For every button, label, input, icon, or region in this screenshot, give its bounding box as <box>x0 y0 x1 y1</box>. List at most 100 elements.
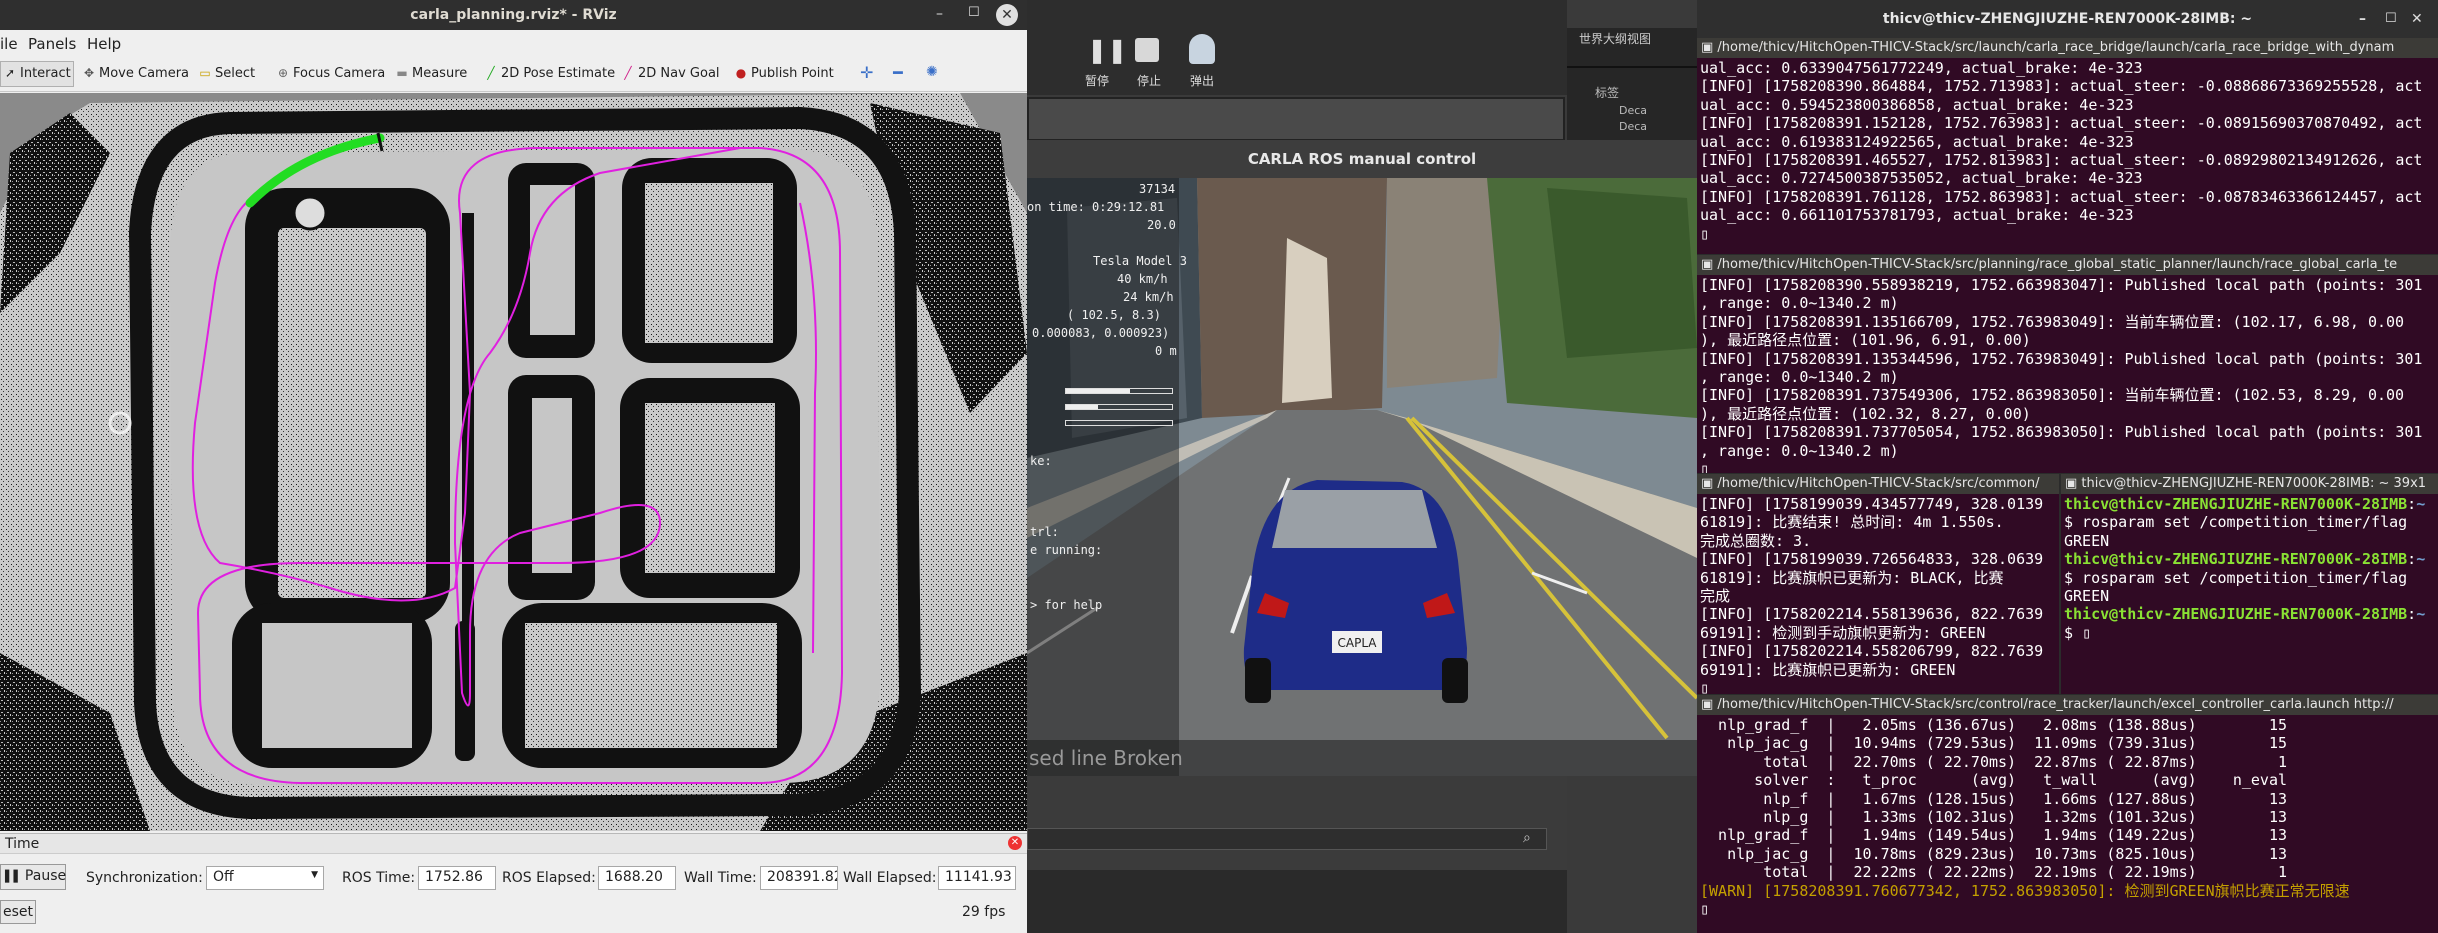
hud-line: ke: <box>1030 454 1052 468</box>
term-close-icon[interactable]: ✕ <box>2411 0 2423 38</box>
menu-file[interactable]: ile <box>0 35 18 53</box>
wall-elapsed-label: Wall Elapsed: <box>843 870 937 886</box>
pin-icon: ● <box>735 66 747 80</box>
pane-title: ▣ thicv@thicv-ZHENGJIUZHE-REN7000K-28IMB… <box>2061 474 2438 494</box>
pane-title: ▣ /home/thicv/HitchOpen-THICV-Stack/src/… <box>1697 255 2438 275</box>
tool-measure[interactable]: ▬ Measure <box>395 66 467 81</box>
tool-2d-nav-goal[interactable]: ╱ 2D Nav Goal <box>621 66 719 81</box>
hud-line: > for help <box>1030 598 1103 612</box>
tool-publish-point[interactable]: ● Publish Point <box>734 66 834 81</box>
lane-invasion-text: sed line Broken <box>1029 746 1183 770</box>
tool-properties-icon[interactable]: ✺ <box>926 64 938 80</box>
rviz-window-title: carla_planning.rviz* - RViz <box>410 7 617 23</box>
term-minimize-icon[interactable]: – <box>2359 0 2366 38</box>
sync-label: Synchronization: <box>86 870 203 886</box>
eject-vm-label[interactable]: 弹出 <box>1190 72 1214 89</box>
pane-output: nlp_grad_f | 2.05ms (136.67us) 2.08ms (1… <box>1700 716 2350 919</box>
wall-time-field[interactable]: 208391.82 <box>760 866 838 890</box>
hud-line: 40 km/h <box>1117 272 1168 286</box>
wall-elapsed-field[interactable]: 11141.93 <box>938 866 1016 890</box>
stop-vm-icon[interactable] <box>1135 38 1159 62</box>
hud-line: trl: <box>1030 525 1059 539</box>
ruler-icon: ▬ <box>396 66 408 80</box>
tag-label: 标签 <box>1595 86 1620 100</box>
time-panel: Time ✕ ▌▌ Pause Synchronization: Off ▼ ROS… <box>0 833 1027 933</box>
term-maximize-icon[interactable]: ☐ <box>2385 0 2397 38</box>
wall-time-label: Wall Time: <box>684 870 757 886</box>
tool-move-camera[interactable]: ✥ Move Camera <box>82 66 189 81</box>
close-icon[interactable]: ✕ <box>996 4 1018 26</box>
pane-title: ▣ /home/thicv/HitchOpen-THICV-Stack/src/… <box>1697 695 2438 715</box>
remove-tool-icon[interactable]: ━ <box>893 63 903 82</box>
time-panel-title: Time <box>5 836 40 852</box>
terminal-pane-controller[interactable]: ▣ /home/thicv/HitchOpen-THICV-Stack/src/… <box>1697 695 2438 933</box>
add-tool-icon[interactable]: ✛ <box>860 63 873 82</box>
move-icon: ✥ <box>83 66 95 80</box>
terminal-window-title: thicv@thicv-ZHENGJIUZHE-REN7000K-28IMB: … <box>1697 0 2438 38</box>
pane-output: ual_acc: 0.6339047561772249, actual_brak… <box>1700 59 2423 243</box>
vm-bottom-area: ⌕ <box>1027 776 1567 933</box>
hud-line: 24 km/h <box>1123 290 1174 304</box>
fps-readout: 29 fps <box>962 904 1006 920</box>
throttle-bar <box>1065 388 1173 394</box>
hud-line: 0 m <box>1155 344 1177 358</box>
minimize-icon[interactable]: – <box>936 6 943 22</box>
hud-line: on time: 0:29:12.81 <box>1027 200 1165 214</box>
panel-close-icon[interactable]: ✕ <box>1008 836 1022 850</box>
vm-toolbar: ❚❚ 暂停 停止 弹出 <box>1027 0 1567 141</box>
search-icon[interactable]: ⌕ <box>1523 830 1531 846</box>
rviz-window: carla_planning.rviz* - RViz – ☐ ✕ ile Pa… <box>0 0 1027 933</box>
focus-icon: ⊕ <box>277 66 289 80</box>
hud-line: Tesla Model 3 <box>1093 254 1187 268</box>
pane-output: [INFO] [1758199039.434577749, 328.0139 6… <box>1700 495 2044 694</box>
reset-button[interactable]: eset <box>0 900 36 924</box>
ros-elapsed-label: ROS Elapsed: <box>502 870 596 886</box>
terminal-pane-planner[interactable]: ▣ /home/thicv/HitchOpen-THICV-Stack/src/… <box>1697 255 2438 473</box>
brake-bar <box>1065 420 1173 426</box>
outline-item[interactable]: Deca <box>1619 120 1647 133</box>
pause-icon: ▌▌ <box>5 870 22 883</box>
hud-line: 0.000083, 0.000923) <box>1032 326 1170 340</box>
pane-title: ▣ /home/thicv/HitchOpen-THICV-Stack/src/… <box>1697 38 2438 58</box>
pause-vm-label[interactable]: 暂停 <box>1085 72 1109 89</box>
sync-select[interactable]: Off ▼ <box>206 866 324 890</box>
tool-select[interactable]: ▭ Select <box>198 66 255 81</box>
hud-line: 37134 <box>1139 182 1176 196</box>
pink-arrow-icon: ╱ <box>624 66 632 80</box>
pause-button[interactable]: ▌▌ Pause <box>0 864 66 890</box>
cursor-icon: ➚ <box>4 66 16 80</box>
stop-vm-label[interactable]: 停止 <box>1137 72 1161 89</box>
green-arrow-icon: ╱ <box>487 66 495 80</box>
terminal-pane-bridge[interactable]: ▣ /home/thicv/HitchOpen-THICV-Stack/src/… <box>1697 38 2438 254</box>
carla-window-title: CARLA ROS manual control <box>1027 140 1697 178</box>
tool-interact[interactable]: ➚ Interact <box>0 61 74 87</box>
terminal-pane-shell[interactable]: ▣ thicv@thicv-ZHENGJIUZHE-REN7000K-28IMB… <box>2061 474 2438 694</box>
steer-bar <box>1065 404 1173 410</box>
outline-title: 世界大纲视图 <box>1579 32 1652 46</box>
rviz-menubar: ile Panels Help <box>0 30 1027 58</box>
maximize-icon[interactable]: ☐ <box>968 5 980 20</box>
ros-time-label: ROS Time: <box>342 870 416 886</box>
pane-output: [INFO] [1758208390.558938219, 1752.66398… <box>1700 276 2423 473</box>
pane-title: ▣ /home/thicv/HitchOpen-THICV-Stack/src/… <box>1697 474 2059 494</box>
pane-output: thicv@thicv-ZHENGJIUZHE-REN7000K-28IMB:~… <box>2064 495 2426 642</box>
tool-focus-camera[interactable]: ⊕ Focus Camera <box>276 66 385 81</box>
eject-vm-icon[interactable] <box>1189 34 1215 64</box>
pause-vm-icon[interactable]: ❚❚ <box>1087 36 1127 64</box>
rviz-titlebar: carla_planning.rviz* - RViz – ☐ ✕ <box>0 0 1027 30</box>
license-plate: CAPLA <box>1338 636 1378 650</box>
hud-line: e running: <box>1030 543 1103 557</box>
occupancy-map <box>0 93 1027 831</box>
notification-bar: sed line Broken <box>1027 740 1697 776</box>
outline-item[interactable]: Deca <box>1619 104 1647 117</box>
outline-panel: 世界大纲视图 标签 Deca Deca <box>1567 28 1697 140</box>
terminal-pane-common[interactable]: ▣ /home/thicv/HitchOpen-THICV-Stack/src/… <box>1697 474 2059 694</box>
rviz-3d-view[interactable] <box>0 93 1027 831</box>
ros-elapsed-field[interactable]: 1688.20 <box>598 866 676 890</box>
carla-camera-view[interactable]: CAPLA 37134 on time: 0:29:12.81 20.0 Tes… <box>1027 178 1697 776</box>
menu-panels[interactable]: Panels <box>28 35 76 53</box>
ros-time-field[interactable]: 1752.86 <box>418 866 496 890</box>
tool-2d-pose-estimate[interactable]: ╱ 2D Pose Estimate <box>484 66 615 81</box>
hud-line: 20.0 <box>1147 218 1176 232</box>
menu-help[interactable]: Help <box>87 35 121 53</box>
